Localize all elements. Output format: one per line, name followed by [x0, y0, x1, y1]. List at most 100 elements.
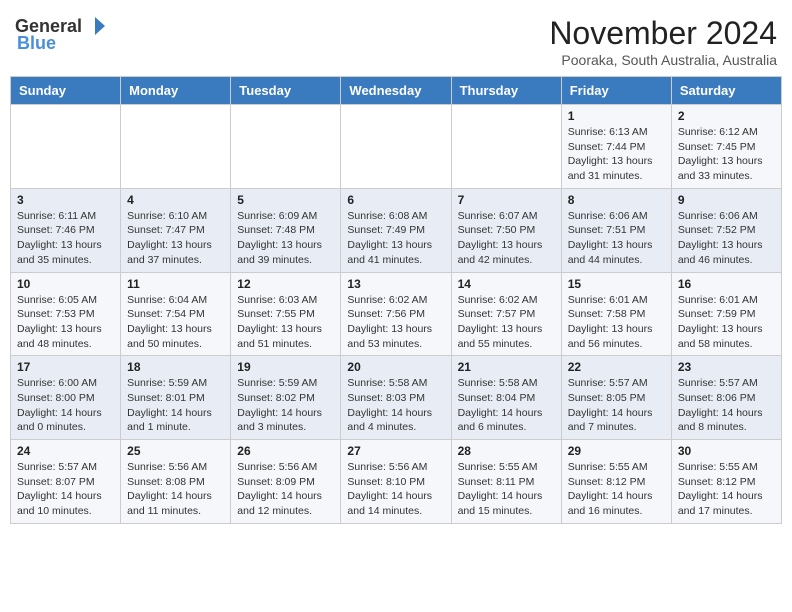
calendar-day-cell: 1 Sunrise: 6:13 AMSunset: 7:44 PMDaylight…	[561, 105, 671, 189]
calendar-day-cell: 20 Sunrise: 5:58 AMSunset: 8:03 PMDayligh…	[341, 356, 451, 440]
day-number: 6	[347, 193, 444, 207]
calendar-day-header: Friday	[561, 77, 671, 105]
calendar-day-cell: 19 Sunrise: 5:59 AMSunset: 8:02 PMDayligh…	[231, 356, 341, 440]
calendar-day-cell: 14Sunrise: 6:02 AMSunset: 7:57 PMDayligh…	[451, 272, 561, 356]
day-info: Sunrise: 6:03 AMSunset: 7:55 PMDaylight:…	[237, 293, 334, 352]
calendar-day-cell: 11 Sunrise: 6:04 AMSunset: 7:54 PMDayligh…	[121, 272, 231, 356]
day-info: Sunrise: 6:11 AMSunset: 7:46 PMDaylight:…	[17, 209, 114, 268]
calendar-day-cell: 15 Sunrise: 6:01 AMSunset: 7:58 PMDayligh…	[561, 272, 671, 356]
calendar-day-header: Monday	[121, 77, 231, 105]
day-number: 17	[17, 360, 114, 374]
day-info: Sunrise: 6:07 AMSunset: 7:50 PMDaylight:…	[458, 209, 555, 268]
logo-blue: Blue	[17, 33, 56, 54]
month-title: November 2024	[549, 15, 777, 52]
calendar-day-cell: 12Sunrise: 6:03 AMSunset: 7:55 PMDayligh…	[231, 272, 341, 356]
calendar-day-cell: 7 Sunrise: 6:07 AMSunset: 7:50 PMDaylight…	[451, 188, 561, 272]
day-number: 5	[237, 193, 334, 207]
day-number: 11	[127, 277, 224, 291]
day-info: Sunrise: 6:12 AMSunset: 7:45 PMDaylight:…	[678, 125, 775, 184]
calendar-day-cell: 8Sunrise: 6:06 AMSunset: 7:51 PMDaylight…	[561, 188, 671, 272]
day-info: Sunrise: 5:57 AMSunset: 8:05 PMDaylight:…	[568, 376, 665, 435]
day-info: Sunrise: 5:58 AMSunset: 8:03 PMDaylight:…	[347, 376, 444, 435]
day-info: Sunrise: 5:55 AMSunset: 8:12 PMDaylight:…	[568, 460, 665, 519]
day-number: 1	[568, 109, 665, 123]
calendar-day-cell: 29Sunrise: 5:55 AMSunset: 8:12 PMDayligh…	[561, 440, 671, 524]
day-info: Sunrise: 5:57 AMSunset: 8:07 PMDaylight:…	[17, 460, 114, 519]
day-info: Sunrise: 6:10 AMSunset: 7:47 PMDaylight:…	[127, 209, 224, 268]
calendar-day-cell: 30 Sunrise: 5:55 AMSunset: 8:12 PMDayligh…	[671, 440, 781, 524]
calendar-day-header: Wednesday	[341, 77, 451, 105]
title-block: November 2024 Pooraka, South Australia, …	[549, 15, 777, 68]
day-number: 24	[17, 444, 114, 458]
calendar-week-row: 17 Sunrise: 6:00 AMSunset: 8:00 PMDayligh…	[11, 356, 782, 440]
calendar-table: SundayMondayTuesdayWednesdayThursdayFrid…	[10, 76, 782, 524]
day-info: Sunrise: 6:13 AMSunset: 7:44 PMDaylight:…	[568, 125, 665, 184]
day-number: 4	[127, 193, 224, 207]
calendar-day-cell	[451, 105, 561, 189]
day-info: Sunrise: 6:02 AMSunset: 7:57 PMDaylight:…	[458, 293, 555, 352]
calendar-day-cell: 22Sunrise: 5:57 AMSunset: 8:05 PMDayligh…	[561, 356, 671, 440]
day-info: Sunrise: 5:56 AMSunset: 8:10 PMDaylight:…	[347, 460, 444, 519]
logo-flag-icon	[84, 15, 106, 37]
calendar-week-row: 24 Sunrise: 5:57 AMSunset: 8:07 PMDayligh…	[11, 440, 782, 524]
day-info: Sunrise: 6:00 AMSunset: 8:00 PMDaylight:…	[17, 376, 114, 435]
day-number: 10	[17, 277, 114, 291]
calendar-day-cell: 6 Sunrise: 6:08 AMSunset: 7:49 PMDaylight…	[341, 188, 451, 272]
day-number: 16	[678, 277, 775, 291]
calendar-day-cell: 28 Sunrise: 5:55 AMSunset: 8:11 PMDayligh…	[451, 440, 561, 524]
day-number: 9	[678, 193, 775, 207]
day-info: Sunrise: 5:55 AMSunset: 8:12 PMDaylight:…	[678, 460, 775, 519]
calendar-day-cell	[11, 105, 121, 189]
calendar-day-cell: 26Sunrise: 5:56 AMSunset: 8:09 PMDayligh…	[231, 440, 341, 524]
calendar-day-cell: 21Sunrise: 5:58 AMSunset: 8:04 PMDayligh…	[451, 356, 561, 440]
calendar-day-cell: 25 Sunrise: 5:56 AMSunset: 8:08 PMDayligh…	[121, 440, 231, 524]
day-info: Sunrise: 6:01 AMSunset: 7:58 PMDaylight:…	[568, 293, 665, 352]
calendar-day-cell: 4 Sunrise: 6:10 AMSunset: 7:47 PMDaylight…	[121, 188, 231, 272]
calendar-day-header: Tuesday	[231, 77, 341, 105]
page-header: General Blue November 2024 Pooraka, Sout…	[10, 10, 782, 68]
calendar-day-header: Thursday	[451, 77, 561, 105]
day-info: Sunrise: 6:02 AMSunset: 7:56 PMDaylight:…	[347, 293, 444, 352]
day-info: Sunrise: 5:56 AMSunset: 8:08 PMDaylight:…	[127, 460, 224, 519]
day-number: 13	[347, 277, 444, 291]
day-number: 20	[347, 360, 444, 374]
calendar-day-cell: 2Sunrise: 6:12 AMSunset: 7:45 PMDaylight…	[671, 105, 781, 189]
calendar-day-cell: 17 Sunrise: 6:00 AMSunset: 8:00 PMDayligh…	[11, 356, 121, 440]
day-number: 15	[568, 277, 665, 291]
calendar-week-row: 1 Sunrise: 6:13 AMSunset: 7:44 PMDaylight…	[11, 105, 782, 189]
calendar-day-header: Sunday	[11, 77, 121, 105]
day-info: Sunrise: 5:59 AMSunset: 8:01 PMDaylight:…	[127, 376, 224, 435]
day-info: Sunrise: 5:55 AMSunset: 8:11 PMDaylight:…	[458, 460, 555, 519]
day-number: 25	[127, 444, 224, 458]
day-number: 30	[678, 444, 775, 458]
day-info: Sunrise: 5:59 AMSunset: 8:02 PMDaylight:…	[237, 376, 334, 435]
calendar-header-row: SundayMondayTuesdayWednesdayThursdayFrid…	[11, 77, 782, 105]
calendar-day-cell	[341, 105, 451, 189]
day-info: Sunrise: 5:58 AMSunset: 8:04 PMDaylight:…	[458, 376, 555, 435]
calendar-day-header: Saturday	[671, 77, 781, 105]
calendar-day-cell	[231, 105, 341, 189]
calendar-day-cell: 24 Sunrise: 5:57 AMSunset: 8:07 PMDayligh…	[11, 440, 121, 524]
day-info: Sunrise: 6:01 AMSunset: 7:59 PMDaylight:…	[678, 293, 775, 352]
location: Pooraka, South Australia, Australia	[549, 52, 777, 68]
calendar-day-cell: 10 Sunrise: 6:05 AMSunset: 7:53 PMDayligh…	[11, 272, 121, 356]
day-info: Sunrise: 6:05 AMSunset: 7:53 PMDaylight:…	[17, 293, 114, 352]
day-number: 28	[458, 444, 555, 458]
calendar-week-row: 10 Sunrise: 6:05 AMSunset: 7:53 PMDayligh…	[11, 272, 782, 356]
day-number: 23	[678, 360, 775, 374]
calendar-day-cell: 16 Sunrise: 6:01 AMSunset: 7:59 PMDayligh…	[671, 272, 781, 356]
logo: General Blue	[15, 15, 106, 54]
day-info: Sunrise: 6:04 AMSunset: 7:54 PMDaylight:…	[127, 293, 224, 352]
day-info: Sunrise: 6:08 AMSunset: 7:49 PMDaylight:…	[347, 209, 444, 268]
day-number: 19	[237, 360, 334, 374]
day-number: 7	[458, 193, 555, 207]
day-number: 27	[347, 444, 444, 458]
calendar-day-cell: 27 Sunrise: 5:56 AMSunset: 8:10 PMDayligh…	[341, 440, 451, 524]
calendar-day-cell	[121, 105, 231, 189]
day-info: Sunrise: 6:06 AMSunset: 7:52 PMDaylight:…	[678, 209, 775, 268]
calendar-day-cell: 5Sunrise: 6:09 AMSunset: 7:48 PMDaylight…	[231, 188, 341, 272]
calendar-day-cell: 18 Sunrise: 5:59 AMSunset: 8:01 PMDayligh…	[121, 356, 231, 440]
day-info: Sunrise: 6:06 AMSunset: 7:51 PMDaylight:…	[568, 209, 665, 268]
day-number: 3	[17, 193, 114, 207]
day-number: 18	[127, 360, 224, 374]
